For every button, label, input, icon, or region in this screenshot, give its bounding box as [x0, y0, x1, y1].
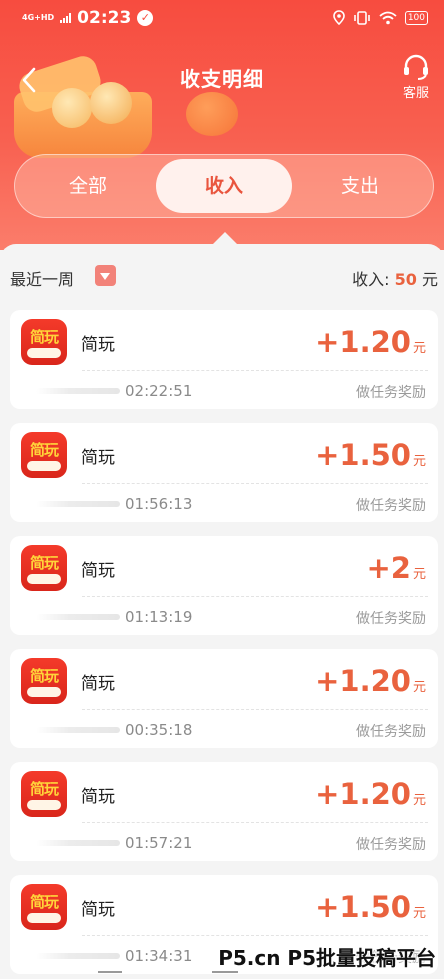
transaction-amount: +1.20 元 — [315, 325, 426, 359]
home-nav-icon[interactable] — [212, 971, 238, 979]
transaction-app-name: 简玩 — [81, 335, 115, 355]
tab-bar: 全部 收入 支出 — [14, 154, 434, 218]
redacted-date — [36, 614, 120, 620]
jianwan-app-icon: 简玩 — [21, 771, 67, 817]
transaction-app-name: 简玩 — [81, 448, 115, 468]
transaction-time: 01:56:13 — [125, 495, 193, 513]
transaction-description: 做任务奖励 — [356, 611, 426, 627]
signal-icon — [60, 13, 72, 23]
transaction-time: 01:34:31 — [125, 947, 193, 965]
transaction-description: 做任务奖励 — [356, 498, 426, 514]
transaction-app-name: 简玩 — [81, 674, 115, 694]
transaction-description: 做任务奖励 — [356, 837, 426, 853]
transaction-amount: +1.50 元 — [315, 438, 426, 472]
customer-service-label: 客服 — [402, 86, 429, 101]
app-icon-glyph: 简玩 — [29, 328, 59, 346]
app-icon-glyph: 简玩 — [29, 780, 59, 798]
transaction-time: 02:22:51 — [125, 382, 193, 400]
income-summary-label: 收入: — [352, 270, 390, 289]
app-icon-glyph: 简玩 — [29, 667, 59, 685]
tab-all[interactable]: 全部 — [20, 159, 156, 213]
decorative-coin — [52, 88, 92, 128]
income-summary-unit: 元 — [421, 270, 438, 289]
transaction-card[interactable]: 简玩 简玩 +1.50 元 01:56:13 做任务奖励 — [10, 423, 438, 522]
dropdown-arrow-icon[interactable] — [95, 265, 116, 286]
active-tab-pointer — [213, 232, 237, 244]
customer-service-button[interactable]: 客服 — [398, 54, 434, 101]
transaction-app-name: 简玩 — [81, 787, 115, 807]
back-arrow-icon[interactable] — [16, 66, 44, 94]
transaction-description: 做任务奖励 — [356, 385, 426, 401]
tab-expense[interactable]: 支出 — [292, 159, 428, 213]
redacted-date — [36, 840, 120, 846]
transaction-amount: +2 元 — [366, 551, 427, 585]
tab-income[interactable]: 收入 — [156, 159, 292, 213]
transaction-card[interactable]: 简玩 简玩 +1.20 元 02:22:51 做任务奖励 — [10, 310, 438, 409]
watermark: P5.cn P5批量投稿平台 — [218, 946, 436, 970]
jianwan-app-icon: 简玩 — [21, 884, 67, 930]
header: 4G+HD 02:23 ✓ 100 收支明细 客服 全部 收入 支出 — [0, 0, 444, 250]
decorative-coin — [186, 92, 238, 136]
headset-icon — [404, 54, 428, 80]
wifi-icon — [379, 11, 397, 24]
app-icon-glyph: 简玩 — [29, 893, 59, 911]
income-total-amount: 50 — [394, 270, 417, 289]
jianwan-app-icon: 简玩 — [21, 319, 67, 365]
vibrate-icon — [354, 10, 370, 25]
redacted-date — [36, 727, 120, 733]
app-icon-glyph: 简玩 — [29, 441, 59, 459]
transaction-content: 最近一周 收入: 50 元 简玩 简玩 +1.20 元 02:22:51 做任务奖… — [0, 244, 444, 979]
transaction-card[interactable]: 简玩 简玩 +1.20 元 01:57:21 做任务奖励 — [10, 762, 438, 861]
redacted-date — [36, 501, 120, 507]
check-circle-icon: ✓ — [137, 10, 154, 26]
filter-row: 最近一周 收入: 50 元 — [0, 264, 444, 292]
income-summary: 收入: 50 元 — [352, 266, 438, 290]
page-title: 收支明细 — [180, 67, 264, 91]
jianwan-app-icon: 简玩 — [21, 658, 67, 704]
transaction-app-name: 简玩 — [81, 900, 115, 920]
transaction-time: 00:35:18 — [125, 721, 193, 739]
redacted-date — [36, 953, 120, 959]
transaction-card[interactable]: 简玩 简玩 +2 元 01:13:19 做任务奖励 — [10, 536, 438, 635]
jianwan-app-icon: 简玩 — [21, 432, 67, 478]
location-icon — [333, 10, 345, 25]
transaction-amount: +1.20 元 — [315, 664, 426, 698]
jianwan-app-icon: 简玩 — [21, 545, 67, 591]
transaction-description: 做任务奖励 — [356, 724, 426, 740]
transaction-time: 01:57:21 — [125, 834, 193, 852]
transaction-amount: +1.20 元 — [315, 777, 426, 811]
transaction-app-name: 简玩 — [81, 561, 115, 581]
app-icon-glyph: 简玩 — [29, 554, 59, 572]
transaction-card[interactable]: 简玩 简玩 +1.20 元 00:35:18 做任务奖励 — [10, 649, 438, 748]
transaction-amount: +1.50 元 — [315, 890, 426, 924]
menu-nav-icon[interactable] — [98, 971, 122, 979]
status-time: 02:23 — [77, 8, 132, 28]
battery-icon: 100 — [404, 10, 428, 25]
period-label[interactable]: 最近一周 — [10, 266, 74, 290]
transaction-time: 01:13:19 — [125, 608, 193, 626]
network-indicator: 4G+HD — [22, 13, 55, 22]
redacted-date — [36, 388, 120, 394]
status-bar: 4G+HD 02:23 ✓ 100 — [0, 0, 444, 36]
